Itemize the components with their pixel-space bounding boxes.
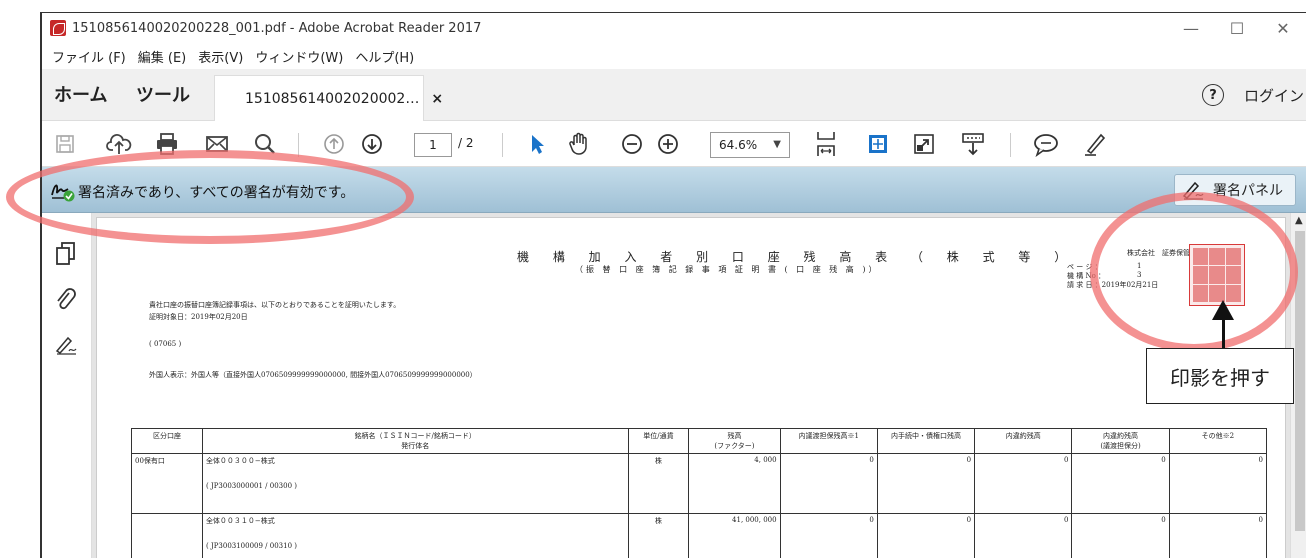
- minimize-button[interactable]: —: [1168, 13, 1214, 43]
- column-header: 内手続中・債権口残高: [876, 428, 976, 454]
- callout-label: 印影を押す: [1146, 348, 1294, 404]
- column-header: 区分口座: [131, 428, 203, 454]
- help-icon[interactable]: ?: [1202, 84, 1224, 106]
- value-cell: 0: [1168, 453, 1268, 514]
- tab-bar: ホーム ツール 151085614002020002… × ? ログイン: [42, 69, 1306, 121]
- signature-panel-icon[interactable]: [54, 333, 80, 361]
- column-header: 単位/通貨: [627, 428, 690, 454]
- window-title: 1510856140020200228_001.pdf - Adobe Acro…: [72, 20, 482, 36]
- table-row: 全体００３１０−株式 ( JP3003100009 / 00310 ) 株 41…: [131, 513, 1268, 558]
- next-page-icon[interactable]: [360, 131, 384, 157]
- tab-tools[interactable]: ツール: [136, 81, 190, 107]
- select-cursor-icon[interactable]: [526, 131, 548, 157]
- document-tab-label: 151085614002020002…: [245, 90, 420, 107]
- toolbar-separator: [502, 133, 503, 157]
- zoom-in-icon[interactable]: [656, 131, 680, 157]
- acrobat-app-icon: [50, 20, 66, 36]
- tab-home[interactable]: ホーム: [54, 81, 107, 107]
- login-link[interactable]: ログイン: [1244, 85, 1304, 106]
- menu-bar: ファイル (F) 編集 (E) 表示(V) ウィンドウ(W) ヘルプ(H): [42, 43, 1306, 69]
- menu-file[interactable]: ファイル (F): [52, 47, 126, 66]
- security-isin: ( JP3003000001 / 00300 ): [205, 482, 297, 490]
- save-icon[interactable]: [54, 131, 76, 157]
- column-header: 残高 (ファクター): [688, 428, 781, 454]
- page-total: / 2: [458, 136, 474, 150]
- security-name-cell: 全体００３１０−株式 ( JP3003100009 / 00310 ): [201, 513, 629, 558]
- document-title: 機 構 加 入 者 別 口 座 残 高 表 （ 株 式 等 ）: [517, 250, 1077, 264]
- balance-cell: 4, 000: [688, 453, 781, 514]
- table-header-row: 区分口座 銘柄名（ＩＳＩＮコード/銘柄コード） 発行体名 単位/通貨 残高 (フ…: [131, 428, 1268, 454]
- participant-code: ( 07065 ): [149, 340, 182, 348]
- unit-cell: 株: [627, 453, 690, 514]
- unit-cell: 株: [627, 513, 690, 558]
- security-name: 全体００３１０−株式: [205, 517, 275, 525]
- attachment-icon[interactable]: [54, 287, 78, 317]
- menu-view[interactable]: 表示(V): [198, 47, 243, 66]
- callout-arrow-line: [1222, 318, 1225, 350]
- value-cell: 0: [1071, 453, 1170, 514]
- fit-width-icon[interactable]: [866, 131, 890, 157]
- column-header: 内違約残高 (議渡担保分): [1071, 428, 1170, 454]
- chevron-down-icon: ▼: [773, 139, 781, 150]
- hand-tool-icon[interactable]: [566, 131, 592, 157]
- holdings-table: 区分口座 銘柄名（ＩＳＩＮコード/銘柄コード） 発行体名 単位/通貨 残高 (フ…: [131, 428, 1268, 558]
- menu-window[interactable]: ウィンドウ(W): [255, 47, 343, 66]
- pages-thumbnail-icon[interactable]: [54, 241, 78, 271]
- zoom-value: 64.6%: [719, 138, 758, 152]
- previous-page-icon[interactable]: [322, 131, 346, 157]
- value-cell: 0: [779, 453, 878, 514]
- full-screen-icon[interactable]: [912, 131, 936, 157]
- highlight-ring-signature-status: [6, 150, 414, 244]
- column-header: 銘柄名（ＩＳＩＮコード/銘柄コード） 発行体名: [201, 428, 629, 454]
- intro-text: 貴社口座の振替口座簿記録事項は、以下のとおりであることを証明いたします。: [149, 301, 401, 309]
- close-window-button[interactable]: ✕: [1260, 13, 1306, 43]
- zoom-out-icon[interactable]: [620, 131, 644, 157]
- highlight-ring-seal: [1090, 192, 1298, 352]
- close-tab-icon[interactable]: ×: [431, 91, 443, 107]
- column-header: その他※2: [1168, 428, 1268, 454]
- fit-page-icon[interactable]: [814, 131, 838, 157]
- comment-icon[interactable]: [1032, 131, 1060, 157]
- callout-arrow-icon: [1212, 300, 1234, 320]
- title-bar: 1510856140020200228_001.pdf - Adobe Acro…: [42, 13, 1306, 43]
- highlight-pen-icon[interactable]: [1082, 131, 1108, 157]
- value-cell: 0: [876, 453, 976, 514]
- security-isin: ( JP3003100009 / 00310 ): [205, 542, 297, 550]
- document-subtitle: （振 替 口 座 簿 記 録 事 項 証 明 書 ( 口 座 残 高 )）: [575, 265, 880, 274]
- tab-document[interactable]: 151085614002020002… ×: [214, 75, 443, 121]
- menu-edit[interactable]: 編集 (E): [138, 47, 187, 66]
- value-cell: 0: [974, 513, 1073, 558]
- value-cell: 0: [779, 513, 878, 558]
- target-date: 証明対象日：2019年02月20日: [149, 313, 248, 321]
- security-name: 全体００３００−株式: [205, 457, 275, 465]
- table-row: 00保有口 全体００３００−株式 ( JP3003000001 / 00300 …: [131, 453, 1268, 514]
- value-cell: 0: [1168, 513, 1268, 558]
- toolbar-separator: [1010, 133, 1011, 157]
- column-header: 内違約残高: [974, 428, 1073, 454]
- account-cell: 00保有口: [131, 453, 203, 514]
- account-cell: [131, 513, 203, 558]
- maximize-button[interactable]: ☐: [1214, 13, 1260, 43]
- left-tool-panel: [42, 213, 92, 558]
- toolbar-separator: [298, 133, 299, 157]
- value-cell: 0: [974, 453, 1073, 514]
- column-header: 内議渡担保残高※1: [779, 428, 878, 454]
- page-number-input[interactable]: 1: [414, 133, 452, 157]
- balance-cell: 41, 000, 000: [688, 513, 781, 558]
- foreign-holder-note: 外国人表示：外国人等（直接外国人0706509999999000000, 間接外…: [149, 371, 477, 379]
- zoom-dropdown[interactable]: 64.6% ▼: [710, 132, 790, 158]
- scroll-up-icon[interactable]: ▲: [1295, 215, 1303, 226]
- value-cell: 0: [876, 513, 976, 558]
- scroll-mode-icon[interactable]: [960, 131, 986, 157]
- menu-help[interactable]: ヘルプ(H): [355, 47, 414, 66]
- security-name-cell: 全体００３００−株式 ( JP3003000001 / 00300 ): [201, 453, 629, 514]
- value-cell: 0: [1071, 513, 1170, 558]
